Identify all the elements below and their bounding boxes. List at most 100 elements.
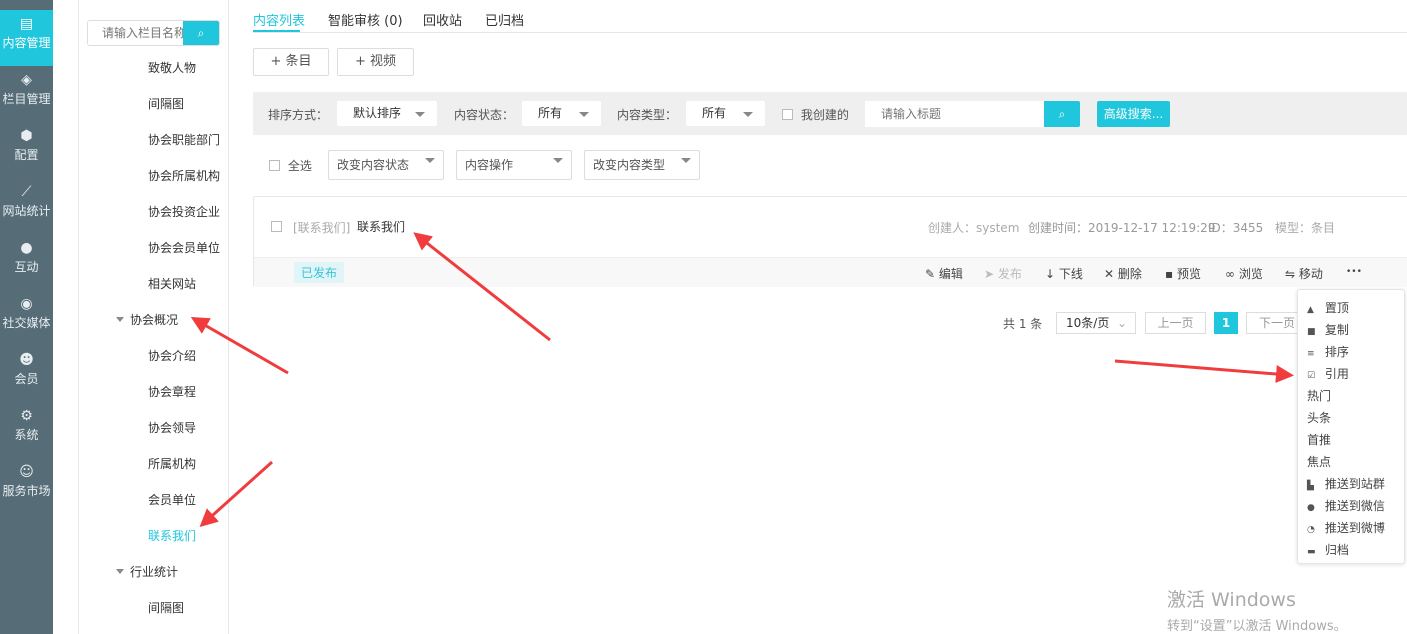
select-all[interactable]: 全选 xyxy=(269,157,312,174)
copy-icon: ■ xyxy=(1307,327,1316,337)
tab-content-list[interactable]: 内容列表 xyxy=(253,10,305,29)
search-icon: ⌕ xyxy=(1058,107,1066,121)
tree-item[interactable]: 致敬人物 xyxy=(148,59,196,76)
nav-config[interactable]: ⬢ 配置 xyxy=(0,122,53,178)
menu-item-focus[interactable]: 焦点 xyxy=(1307,453,1331,470)
more-actions-menu: ▲ 置顶 ■ 复制 ≡ 排序 ☑ 引用 热门 头条 首推 焦点 ▙ 推送到站群 … xyxy=(1297,289,1405,564)
caret-down-icon xyxy=(553,158,563,168)
status-select[interactable]: 所有 xyxy=(522,101,601,126)
menu-item-pin-top[interactable]: ▲ 置顶 xyxy=(1307,299,1349,316)
line-chart-icon: ⟋ xyxy=(21,184,32,200)
nav-interaction[interactable]: ● 互动 xyxy=(0,234,53,290)
send-icon: ➤ xyxy=(984,267,995,281)
prev-page-button[interactable]: 上一页 xyxy=(1145,312,1206,334)
change-type-dropdown[interactable]: 改变内容类型 xyxy=(584,150,700,180)
caret-down-icon xyxy=(415,112,425,122)
tree-item[interactable]: 协会职能部门 xyxy=(148,131,220,148)
weibo-icon: ◔ xyxy=(1307,525,1315,535)
nav-service-market[interactable]: ☺ 服务市场 xyxy=(0,458,53,514)
change-status-dropdown[interactable]: 改变内容状态 xyxy=(328,150,444,180)
tree-item[interactable]: 协会会员单位 xyxy=(148,239,220,256)
tree-item[interactable]: 协会所属机构 xyxy=(148,167,220,184)
item-model: 模型：条目 xyxy=(1275,221,1336,235)
cube-icon: ⬢ xyxy=(20,128,33,144)
browse-button[interactable]: ∞ 浏览 xyxy=(1225,265,1263,282)
nav-members[interactable]: ☻ 会员 xyxy=(0,346,53,402)
type-select[interactable]: 所有 xyxy=(686,101,765,126)
tree-item[interactable]: 协会介绍 xyxy=(148,347,196,364)
preview-button[interactable]: ▪ 预览 xyxy=(1165,265,1201,282)
nav-column-management[interactable]: ◈ 栏目管理 xyxy=(0,66,53,122)
tab-archived[interactable]: 已归档 xyxy=(485,10,524,29)
mine-checkbox-label[interactable]: 我创建的 xyxy=(782,106,849,123)
menu-item-headline[interactable]: 头条 xyxy=(1307,409,1331,426)
item-checkbox[interactable] xyxy=(271,221,282,232)
nav-system[interactable]: ⚙ 系统 xyxy=(0,402,53,458)
tree-item[interactable]: 间隔图 xyxy=(148,95,184,112)
caret-down-icon xyxy=(681,158,691,168)
quote-check-icon: ☑ xyxy=(1307,371,1316,381)
annotation-arrow xyxy=(1114,359,1294,384)
column-tree: ⌕ 致敬人物 间隔图 协会职能部门 协会所属机构 协会投资企业 协会会员单位 相… xyxy=(78,0,229,634)
windows-activation-watermark: 激活 Windows 转到“设置”以激活 Windows。 xyxy=(1167,589,1347,634)
title-search-button[interactable]: ⌕ xyxy=(1044,101,1080,127)
offline-button[interactable]: ↓ 下线 xyxy=(1045,265,1083,282)
menu-item-hot[interactable]: 热门 xyxy=(1307,387,1331,404)
tree-search-button[interactable]: ⌕ xyxy=(183,21,219,45)
tree-item[interactable]: 相关网站 xyxy=(148,275,196,292)
move-button[interactable]: ⇋ 移动 xyxy=(1285,265,1323,282)
page-size-select[interactable]: 10条/页 ⌄ xyxy=(1056,312,1136,334)
nav-social-media[interactable]: ◉ 社交媒体 xyxy=(0,290,53,346)
advanced-search-button[interactable]: 高级搜索... xyxy=(1097,101,1170,127)
menu-item-archive[interactable]: ▬ 归档 xyxy=(1307,541,1349,558)
add-video-button[interactable]: + 视频 xyxy=(337,48,414,76)
tree-item[interactable]: 协会领导 xyxy=(148,419,196,436)
arrow-down-icon: ↓ xyxy=(1045,267,1056,281)
status-label: 内容状态： xyxy=(454,108,515,122)
item-title-link[interactable]: 联系我们 xyxy=(357,218,405,235)
arrow-to-top-icon: ▲ xyxy=(1307,305,1314,315)
menu-item-push-wechat[interactable]: ● 推送到微信 xyxy=(1307,497,1385,514)
content-operations-dropdown[interactable]: 内容操作 xyxy=(456,150,572,180)
caret-down-icon xyxy=(116,317,124,326)
tree-item[interactable]: 间隔图 xyxy=(148,599,184,616)
menu-item-copy[interactable]: ■ 复制 xyxy=(1307,321,1349,338)
select-all-checkbox[interactable] xyxy=(269,160,280,171)
tree-group-overview[interactable]: 协会概况 xyxy=(116,311,178,328)
search-icon: ⌕ xyxy=(197,26,205,40)
menu-item-push-site-group[interactable]: ▙ 推送到站群 xyxy=(1307,475,1385,492)
title-search-input[interactable] xyxy=(865,101,1045,127)
menu-item-quote[interactable]: ☑ 引用 xyxy=(1307,365,1349,382)
menu-item-featured[interactable]: 首推 xyxy=(1307,431,1331,448)
publish-button[interactable]: ➤ 发布 xyxy=(984,265,1022,282)
tree-item[interactable]: 协会章程 xyxy=(148,383,196,400)
tree-search-input[interactable] xyxy=(88,21,185,45)
add-item-button[interactable]: + 条目 xyxy=(253,48,329,76)
main-sidebar: ▤ 内容管理 ◈ 栏目管理 ⬢ 配置 ⟋ 网站统计 ● 互动 ◉ 社交媒体 ☻ 会员 ⚙ 系统 … xyxy=(0,0,53,634)
swap-icon: ⇋ xyxy=(1285,267,1296,281)
mine-checkbox[interactable] xyxy=(782,109,793,120)
tree-item-selected[interactable]: 联系我们 xyxy=(148,527,196,544)
tree-item[interactable]: 会员单位 xyxy=(148,491,196,508)
caret-down-icon xyxy=(116,569,124,578)
tree-item[interactable]: 所属机构 xyxy=(148,455,196,472)
caret-down-icon xyxy=(579,112,589,122)
delete-button[interactable]: ✕ 删除 xyxy=(1104,265,1142,282)
wechat-icon: ● xyxy=(1307,503,1315,513)
document-edit-icon: ▤ xyxy=(19,16,34,32)
type-label: 内容类型： xyxy=(617,108,678,122)
tab-smart-review[interactable]: 智能审核 (0) xyxy=(328,10,403,29)
nav-content-management[interactable]: ▤ 内容管理 xyxy=(0,10,53,66)
menu-item-push-weibo[interactable]: ◔ 推送到微博 xyxy=(1307,519,1385,536)
menu-item-sort[interactable]: ≡ 排序 xyxy=(1307,343,1349,360)
edit-button[interactable]: ✎ 编辑 xyxy=(925,265,963,282)
tab-recycle-bin[interactable]: 回收站 xyxy=(423,10,462,29)
caret-down-icon xyxy=(743,112,753,122)
sort-select[interactable]: 默认排序 xyxy=(337,101,437,126)
more-button[interactable]: ••• xyxy=(1346,267,1362,277)
tree-group-statistics[interactable]: 行业统计 xyxy=(116,563,178,580)
nav-statistics[interactable]: ⟋ 网站统计 xyxy=(0,178,53,234)
tree-item[interactable]: 协会投资企业 xyxy=(148,203,220,220)
tabs-divider xyxy=(253,32,1407,33)
page-1-button[interactable]: 1 xyxy=(1214,312,1238,334)
